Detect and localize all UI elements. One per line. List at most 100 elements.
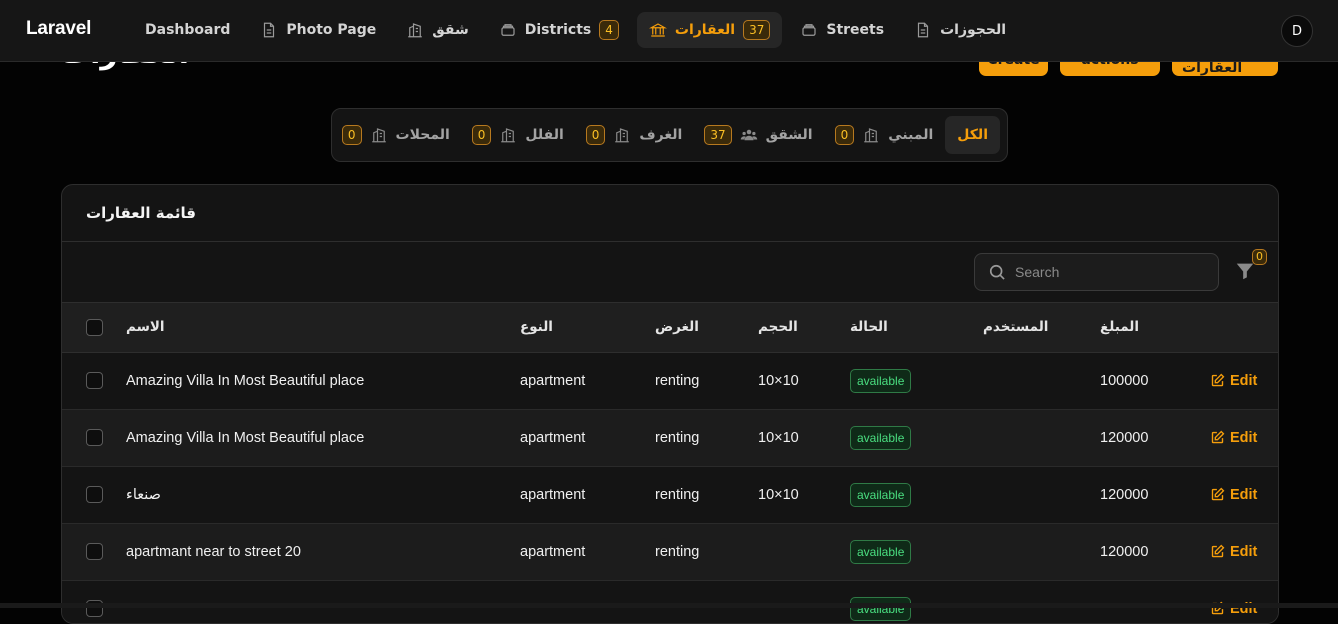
edit-icon: [1211, 430, 1225, 444]
tab-label: المحلات: [395, 127, 450, 143]
table-row[interactable]: apartmant near to street 20 apartment re…: [62, 523, 1278, 580]
nav-label: Districts: [524, 22, 592, 38]
tab-shops[interactable]: المحلات 0: [332, 116, 460, 154]
tab-label: الفلل: [525, 127, 564, 143]
cell-user: [983, 352, 1100, 409]
search-box[interactable]: [974, 253, 1219, 291]
table-toolbar: 0: [62, 242, 1278, 303]
cell-purpose: renting: [655, 486, 700, 503]
cell-name: Amazing Villa In Most Beautiful place: [126, 372, 365, 389]
column-header-type[interactable]: النوع: [520, 303, 655, 352]
row-checkbox[interactable]: [86, 372, 103, 389]
user-avatar[interactable]: D: [1281, 15, 1313, 47]
nav-badge: 37: [743, 20, 771, 40]
search-input[interactable]: [1015, 264, 1205, 280]
brand-logo[interactable]: Laravel: [26, 18, 91, 40]
column-header-amount[interactable]: المبلغ: [1100, 303, 1210, 352]
cell-size: [758, 523, 850, 580]
stack-icon: [802, 24, 816, 36]
tab-label: المبني: [888, 127, 934, 143]
card-title: قائمة العقارات: [62, 185, 1278, 242]
cell-type: apartment: [520, 543, 586, 560]
cell-user: [983, 466, 1100, 523]
cell-amount: 120000: [1100, 486, 1149, 503]
nav-item-streets[interactable]: Streets: [788, 12, 896, 48]
edit-button[interactable]: Edit: [1210, 487, 1278, 503]
select-all-checkbox[interactable]: [86, 318, 103, 336]
column-header-purpose[interactable]: الغرض: [655, 303, 758, 352]
nav-label: شقق: [432, 22, 469, 38]
main-nav: Dashboard Photo Page شقق Districts 4 الع…: [133, 12, 1018, 48]
filter-count-badge: 0: [1252, 249, 1267, 265]
cell-size: [758, 580, 850, 623]
edit-icon: [1211, 487, 1225, 501]
cell-name: [126, 580, 520, 623]
column-header-name[interactable]: الاسم: [126, 303, 520, 352]
building-icon: [408, 23, 423, 38]
building-icon: [615, 128, 630, 143]
cell-purpose: renting: [655, 372, 700, 389]
edit-icon: [1211, 544, 1225, 558]
edit-icon: [1211, 373, 1225, 387]
status-badge: available: [850, 482, 912, 507]
cell-user: [983, 523, 1100, 580]
table-row[interactable]: صنعاء apartment renting 10×10 available …: [62, 466, 1278, 523]
cell-size: 10×10: [758, 429, 799, 446]
building-icon: [371, 128, 386, 143]
column-header-size[interactable]: الحجم: [758, 303, 850, 352]
document-icon: [917, 22, 929, 38]
cell-amount: [1100, 580, 1210, 623]
edit-button[interactable]: Edit: [1210, 543, 1278, 560]
nav-item-apartments[interactable]: شقق: [394, 12, 480, 48]
nav-item-dashboard[interactable]: Dashboard: [133, 12, 242, 48]
nav-item-bookings[interactable]: الحجوزات: [902, 12, 1018, 48]
row-checkbox[interactable]: [86, 543, 103, 560]
nav-label: Streets: [826, 22, 885, 38]
cell-purpose: [655, 580, 758, 623]
cell-type: apartment: [520, 372, 586, 389]
column-header-actions: [1210, 303, 1278, 352]
tab-all[interactable]: الكل: [945, 116, 1000, 154]
edit-button[interactable]: Edit: [1210, 429, 1278, 446]
status-badge: available: [850, 368, 912, 393]
building-icon: [864, 128, 878, 143]
table-row[interactable]: Amazing Villa In Most Beautiful place ap…: [62, 352, 1278, 409]
cell-purpose: renting: [655, 543, 700, 560]
cell-purpose: renting: [655, 429, 700, 446]
edit-button[interactable]: Edit: [1210, 372, 1278, 389]
table-row[interactable]: Amazing Villa In Most Beautiful place ap…: [62, 409, 1278, 466]
edit-label: Edit: [1230, 543, 1258, 560]
column-header-user[interactable]: المستخدم: [983, 303, 1100, 352]
nav-label: Photo Page: [286, 22, 377, 38]
tab-label: الكل: [957, 127, 988, 143]
tab-badge: 37: [704, 125, 732, 145]
tab-buildings[interactable]: المبني 0: [825, 116, 944, 154]
column-header-status[interactable]: الحالة: [850, 303, 983, 352]
cell-size: 10×10: [758, 372, 799, 389]
row-checkbox[interactable]: [86, 429, 103, 446]
edit-label: Edit: [1230, 372, 1258, 389]
table-row[interactable]: available Edit: [62, 580, 1278, 623]
cell-name: صنعاء: [126, 486, 161, 503]
cell-type: apartment: [520, 429, 586, 446]
table-header-row: الاسم النوع الغرض الحجم الحالة المستخدم …: [62, 303, 1278, 352]
nav-badge: 4: [599, 20, 619, 40]
nav-item-districts[interactable]: Districts 4: [487, 12, 631, 48]
document-icon: [264, 22, 275, 38]
cell-type: apartment: [520, 486, 586, 503]
cell-amount: 120000: [1100, 543, 1149, 560]
tab-apartments[interactable]: الشقق 37: [694, 116, 822, 154]
tab-villas[interactable]: الفلل 0: [462, 116, 574, 154]
edit-label: Edit: [1230, 429, 1258, 446]
nav-item-properties[interactable]: العقارات 37: [636, 12, 783, 48]
horizontal-scrollbar[interactable]: [0, 603, 1338, 608]
tab-badge: 0: [341, 125, 362, 145]
tab-label: الغرف: [639, 127, 683, 143]
properties-table-card: قائمة العقارات 0 الاسم النوع الغرض الحجم…: [61, 184, 1279, 624]
tab-rooms[interactable]: الغرف 0: [576, 116, 693, 154]
row-checkbox[interactable]: [86, 486, 103, 503]
status-badge: available: [850, 425, 912, 450]
nav-item-photo-page[interactable]: Photo Page: [248, 12, 388, 48]
cell-type: [520, 580, 655, 623]
users-icon: [740, 129, 757, 141]
